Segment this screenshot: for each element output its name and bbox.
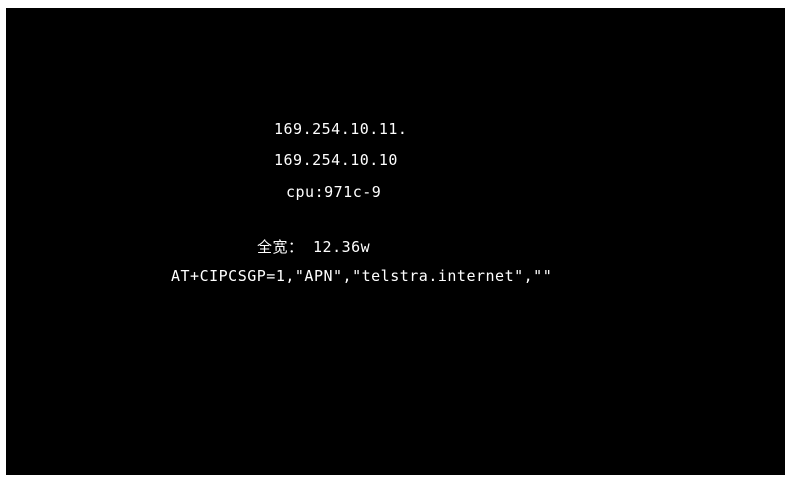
at-command-line: AT+CIPCSGP=1,"APN","telstra.internet","" xyxy=(171,267,553,285)
ip-address-line-2: 169.254.10.10 xyxy=(274,151,398,169)
cpu-status-line: cpu:971c-9 xyxy=(286,183,382,201)
ip-address-line-1: 169.254.10.11. xyxy=(274,120,408,138)
power-reading-line: 全宽： 12.36w xyxy=(257,238,371,256)
device-screen: 169.254.10.11. 169.254.10.10 cpu:971c-9 … xyxy=(6,8,785,475)
